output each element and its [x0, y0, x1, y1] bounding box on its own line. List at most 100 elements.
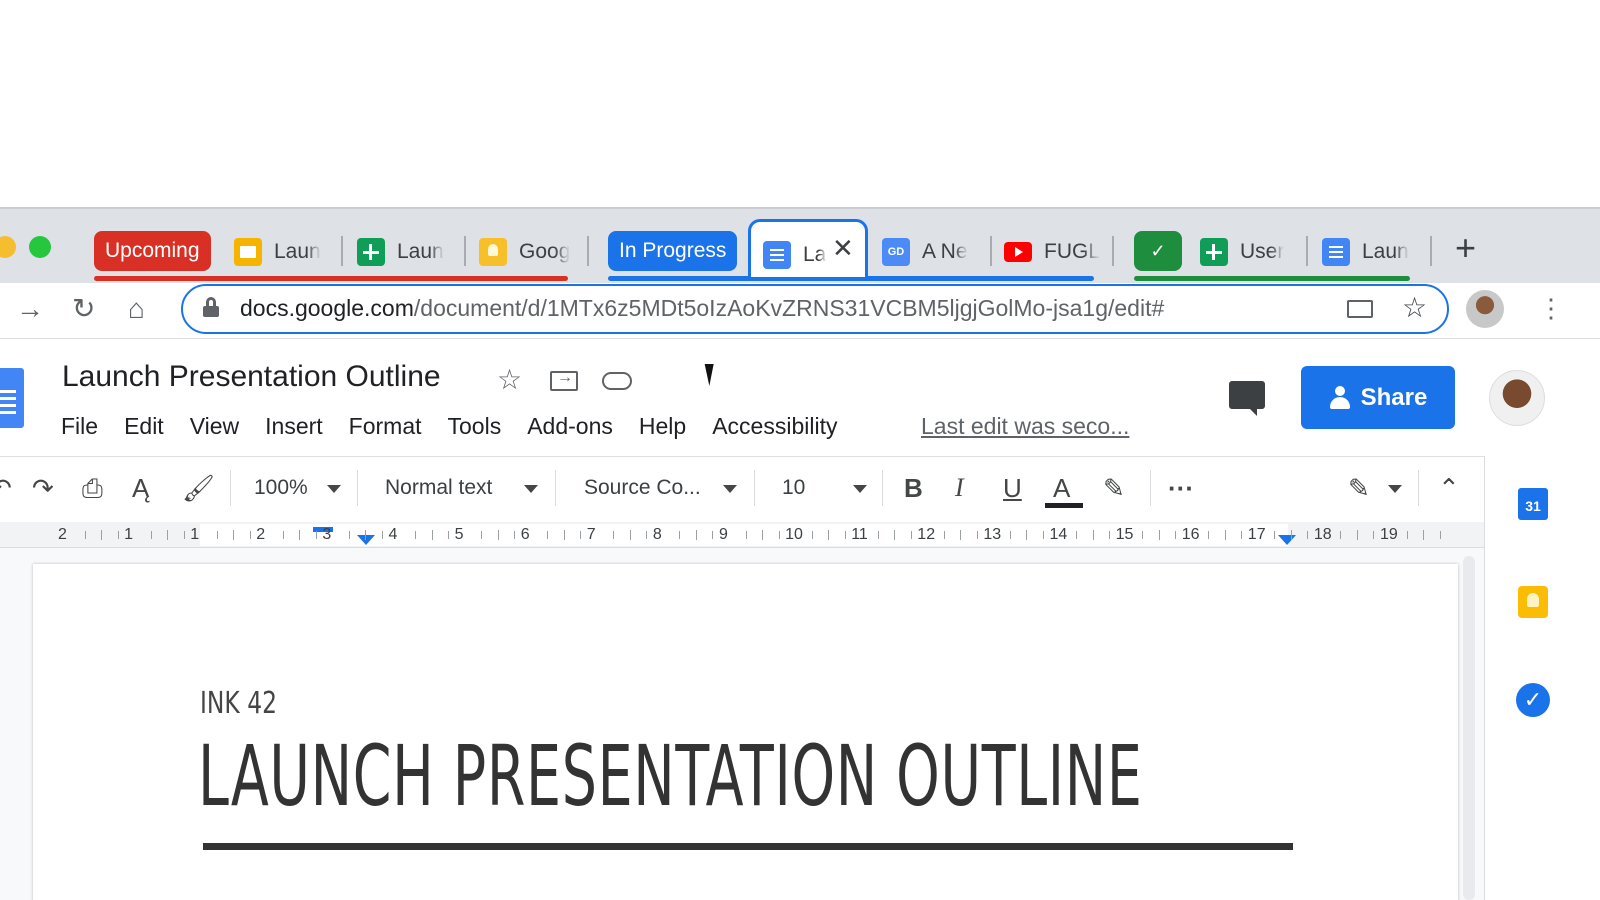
ruler-tick: [167, 530, 169, 540]
lock-icon[interactable]: [203, 297, 219, 317]
menu-tools[interactable]: Tools: [448, 410, 502, 442]
spellcheck-icon[interactable]: Ą: [132, 470, 149, 506]
tab-group-in-progress[interactable]: In Progress: [608, 231, 738, 271]
tab-title: Laun: [1362, 240, 1409, 263]
tab-a-new[interactable]: GD A Ne: [882, 231, 978, 273]
ruler-tick: [943, 531, 945, 539]
url-text[interactable]: docs.google.com/document/d/1MTx6z5MDt5oI…: [240, 295, 1164, 322]
tab-youtube[interactable]: FUGL: [1004, 231, 1100, 273]
ruler-tick: [1109, 531, 1111, 539]
ruler-tick: [613, 531, 615, 539]
more-options-icon[interactable]: ···: [1168, 470, 1194, 506]
italic-button[interactable]: I: [955, 470, 964, 506]
move-to-folder-icon[interactable]: [550, 369, 578, 391]
underline-button[interactable]: U: [1003, 470, 1022, 506]
toolbar-separator: [555, 470, 556, 506]
text-color-button[interactable]: A: [1053, 470, 1070, 506]
sheets-icon: [1200, 238, 1228, 266]
maximize-window-button[interactable]: [29, 236, 51, 258]
paragraph-style-select[interactable]: Normal text: [385, 473, 492, 503]
print-icon[interactable]: ⎙: [82, 470, 103, 506]
chevron-down-icon[interactable]: [327, 485, 341, 493]
editing-mode-pencil-icon[interactable]: ✎: [1348, 470, 1370, 506]
menu-add-ons[interactable]: Add-ons: [527, 410, 613, 442]
ruler-tick: [448, 531, 450, 539]
menu-accessibility[interactable]: Accessibility: [712, 410, 837, 442]
browser-profile-avatar[interactable]: [1466, 290, 1504, 328]
document-title[interactable]: Launch Presentation Outline: [62, 360, 441, 394]
chevron-down-icon[interactable]: [1388, 485, 1402, 493]
document-heading[interactable]: LAUNCH PRESENTATION OUTLINE: [198, 728, 1143, 824]
docs-home-logo[interactable]: [0, 368, 24, 428]
tab-launch-slides[interactable]: Laun: [234, 231, 330, 273]
menu-view[interactable]: View: [190, 410, 239, 442]
ruler-number: 13: [983, 526, 1002, 543]
font-select[interactable]: Source Co...: [584, 473, 701, 503]
share-button[interactable]: Share: [1301, 366, 1455, 429]
tab-title: Laun: [274, 240, 321, 263]
forward-icon[interactable]: →: [16, 292, 44, 326]
menu-file[interactable]: File: [61, 410, 98, 442]
ruler-tick: [1042, 531, 1044, 539]
keep-icon[interactable]: [1518, 586, 1548, 618]
ruler-number: 10: [785, 526, 803, 543]
menu-insert[interactable]: Insert: [265, 410, 323, 442]
menu-edit[interactable]: Edit: [124, 410, 164, 442]
tasks-icon[interactable]: ✓: [1516, 683, 1550, 717]
ruler-tick: [348, 531, 350, 539]
home-icon[interactable]: ⌂: [128, 292, 145, 326]
ruler-number: 5: [454, 526, 464, 543]
right-indent-marker[interactable]: [1278, 535, 1296, 545]
ruler-number: 19: [1380, 526, 1398, 543]
toolbar-separator: [357, 470, 358, 506]
account-avatar[interactable]: [1489, 370, 1545, 426]
ruler-tick: [1290, 530, 1292, 540]
keep-icon: [479, 238, 507, 266]
tab-group-done[interactable]: ✓: [1134, 231, 1182, 271]
tab-launch-docs[interactable]: Laun: [1322, 231, 1418, 273]
bold-button[interactable]: B: [904, 470, 923, 506]
ruler-tick: [365, 530, 367, 540]
tab-group-upcoming[interactable]: Upcoming: [94, 231, 211, 271]
menu-format[interactable]: Format: [349, 410, 422, 442]
bookmark-star-icon[interactable]: ☆: [1402, 292, 1427, 324]
highlight-icon[interactable]: ✎: [1103, 470, 1125, 506]
zoom-select[interactable]: 100%: [254, 473, 308, 503]
close-tab-icon[interactable]: ✕: [832, 233, 854, 263]
chevron-down-icon[interactable]: [723, 485, 737, 493]
ruler-number: 17: [1247, 526, 1266, 543]
paint-format-icon[interactable]: 🖌: [182, 470, 215, 506]
hide-menus-chevron-up-icon[interactable]: ⌃: [1438, 470, 1460, 506]
undo-icon[interactable]: ↶: [0, 470, 12, 506]
tab-user-sheets[interactable]: User: [1200, 231, 1296, 273]
last-edit-link[interactable]: Last edit was seco...: [921, 410, 1129, 442]
tab-title: La: [803, 243, 827, 266]
ruler-tick: [497, 530, 499, 540]
ruler-tick: [580, 531, 582, 539]
ruler-tick: [1026, 530, 1028, 540]
cloud-saved-icon[interactable]: [602, 372, 632, 390]
redo-icon[interactable]: ↷: [32, 470, 54, 506]
tab-google-keep[interactable]: Goog: [479, 231, 575, 273]
menu-help[interactable]: Help: [639, 410, 686, 442]
chevron-down-icon[interactable]: [524, 485, 538, 493]
toolbar-separator: [1418, 470, 1419, 506]
vertical-scrollbar[interactable]: [1463, 556, 1475, 900]
text-color-swatch: [1045, 503, 1083, 508]
check-icon: ✓: [1144, 237, 1172, 265]
chevron-down-icon[interactable]: [853, 485, 867, 493]
tab-title: User: [1240, 240, 1285, 263]
ruler-number: 1: [124, 526, 133, 543]
new-tab-button[interactable]: +: [1455, 228, 1476, 268]
comment-history-icon[interactable]: [1229, 381, 1265, 416]
cast-icon[interactable]: [1347, 300, 1373, 318]
document-subtitle[interactable]: INK 42: [200, 686, 277, 721]
reload-icon[interactable]: ↻: [72, 292, 95, 326]
calendar-icon[interactable]: 31: [1518, 488, 1548, 520]
font-size-select[interactable]: 10: [782, 473, 805, 503]
star-icon[interactable]: ☆: [497, 365, 522, 395]
ruler-number: 15: [1115, 526, 1134, 543]
menu-bar: File Edit View Insert Format Tools Add-o…: [61, 410, 863, 442]
browser-menu-icon[interactable]: ⋮: [1538, 294, 1564, 322]
tab-launch-sheets[interactable]: Laun: [357, 231, 453, 273]
